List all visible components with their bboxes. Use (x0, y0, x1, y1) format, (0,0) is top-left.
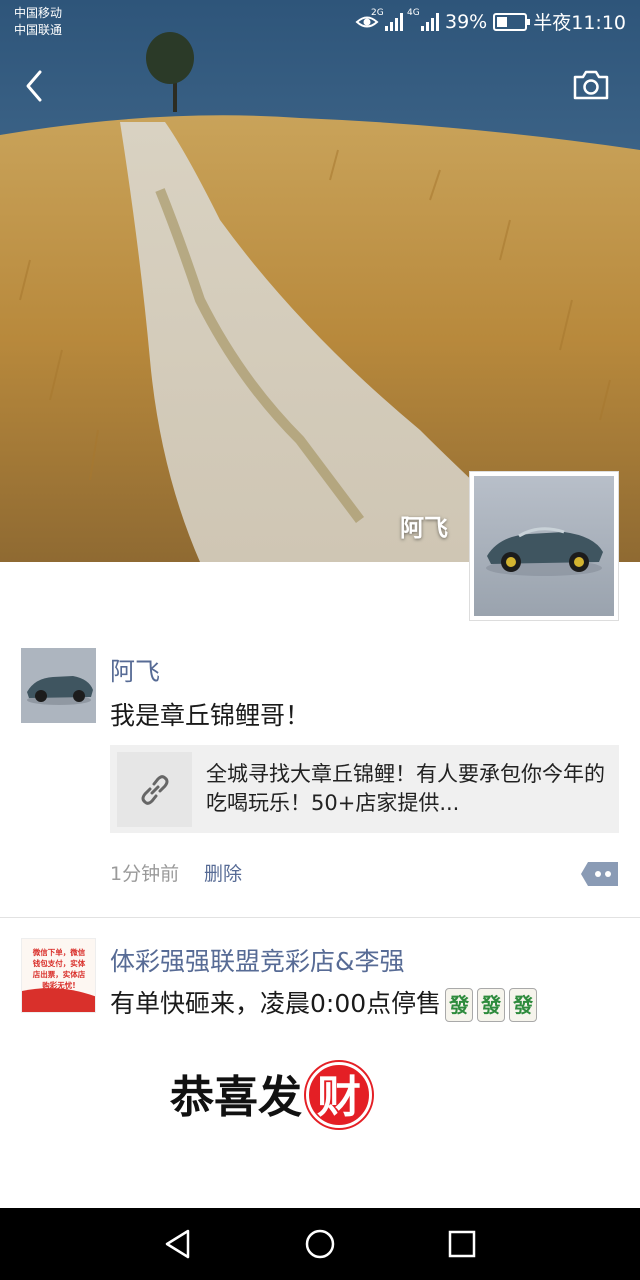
recents-square-icon (448, 1230, 476, 1258)
link-title: 全城寻找大章丘锦鲤！有人要承包你今年的吃喝玩乐！50+店家提供... (206, 762, 605, 815)
post-text: 有单快砸来，凌晨0:00点停售發發發 (110, 984, 538, 1022)
post-divider (0, 917, 640, 918)
profile-avatar[interactable] (469, 471, 619, 621)
nav-recents-button[interactable] (446, 1228, 478, 1260)
post-image[interactable]: 恭喜发财 (160, 1043, 420, 1213)
status-bar: 中国移动 中国联通 2G 4G 39% 半夜11:10 (0, 0, 640, 44)
link-icon (141, 774, 168, 805)
car-image (486, 527, 603, 576)
carrier-info: 中国移动 中国联通 (14, 5, 62, 39)
network-type-1: 2G (371, 7, 384, 18)
post-time: 1分钟前 (110, 863, 180, 885)
status-indicators: 2G 4G 39% 半夜11:10 (355, 8, 626, 35)
nav-home-button[interactable] (304, 1228, 336, 1260)
back-button[interactable] (18, 66, 54, 106)
fa-emoji: 發 (445, 988, 474, 1022)
carrier-1: 中国移动 (14, 6, 63, 20)
post-author[interactable]: 体彩强强联盟竞彩店&李强 (110, 942, 405, 978)
cover-username: 阿飞 (400, 514, 448, 542)
shared-link-card[interactable]: 全城寻找大章丘锦鲤！有人要承包你今年的吃喝玩乐！50+店家提供... (110, 745, 619, 833)
fa-emoji: 發 (477, 988, 506, 1022)
battery-icon (493, 12, 531, 31)
post-avatar[interactable] (21, 648, 96, 723)
chevron-left-icon (26, 70, 42, 102)
nav-back-button[interactable] (162, 1228, 194, 1260)
post-author[interactable]: 阿飞 (110, 652, 160, 688)
post-text: 我是章丘锦鲤哥！ (110, 701, 311, 730)
clock: 半夜11:10 (533, 12, 626, 34)
car-avatar-image (21, 648, 96, 723)
signal-icon-2: 4G (407, 8, 439, 31)
fa-emoji: 發 (509, 988, 538, 1022)
camera-button[interactable] (572, 68, 610, 102)
more-comment-icon (581, 862, 618, 886)
sticker-caption: 恭喜发财 (170, 1061, 372, 1128)
battery-fill (497, 16, 508, 27)
sticker-caption-text: 恭喜发 (170, 1072, 302, 1123)
sticker-badge: 财 (306, 1062, 372, 1128)
shop-avatar-image: 微信下单，微信 钱包支付，实体 店出票，实体店 购彩无忧! (22, 939, 95, 1012)
avatar-car-image (474, 476, 614, 616)
svg-text:微信下单，微信: 微信下单，微信 (32, 947, 86, 957)
post-avatar[interactable]: 微信下单，微信 钱包支付，实体 店出票，实体店 购彩无忧! (21, 938, 96, 1013)
home-circle-icon (305, 1229, 335, 1259)
delete-button[interactable]: 删除 (204, 859, 242, 886)
svg-text:店出票，实体店: 店出票，实体店 (33, 969, 86, 979)
link-thumbnail (117, 752, 192, 827)
svg-text:钱包支付，实体: 钱包支付，实体 (33, 958, 86, 968)
carrier-2: 中国联通 (14, 23, 63, 37)
triangle-back-icon (165, 1229, 190, 1259)
battery-percent: 39% (445, 10, 488, 33)
comment-button[interactable] (580, 860, 620, 888)
post-text-body: 有单快砸来，凌晨0:00点停售 (110, 989, 442, 1018)
signal-icon-1: 2G (371, 8, 403, 31)
camera-icon (573, 70, 609, 100)
svg-text:购彩无忧!: 购彩无忧! (42, 980, 75, 990)
system-nav-bar (0, 1208, 640, 1280)
network-type-2: 4G (407, 7, 420, 18)
